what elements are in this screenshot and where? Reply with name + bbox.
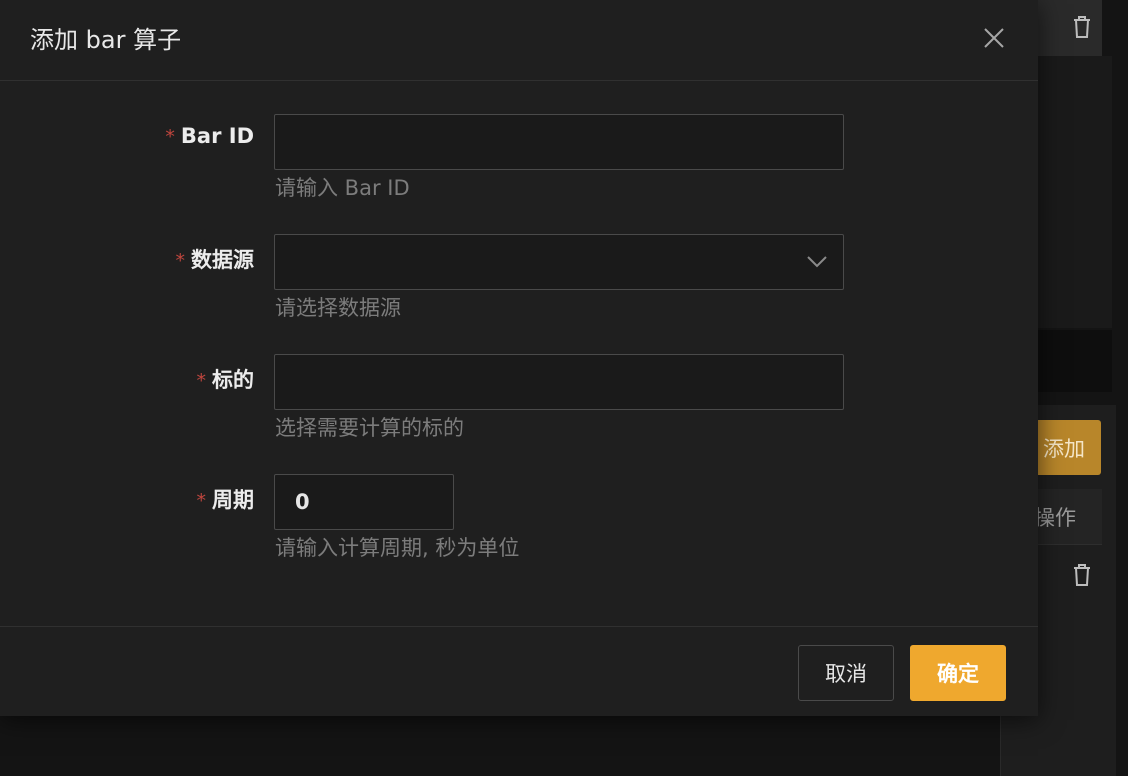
close-icon[interactable]	[976, 20, 1012, 56]
confirm-button[interactable]: 确定	[910, 645, 1006, 701]
cancel-button[interactable]: 取消	[798, 645, 894, 701]
dialog-title: 添加 bar 算子	[30, 26, 182, 54]
trash-icon[interactable]	[1071, 14, 1093, 44]
period-input[interactable]	[274, 474, 454, 530]
period-label: * 周期	[196, 488, 255, 512]
add-bar-operator-dialog: 添加 bar 算子 * Bar ID 请输入 Bar ID * 数据源 请选择数据源…	[0, 0, 1038, 716]
required-mark: *	[196, 490, 207, 512]
instrument-label: * 标的	[196, 368, 255, 392]
bar-id-help: 请输入 Bar ID	[275, 176, 410, 200]
dialog-footer: 取消 确定	[0, 626, 1038, 717]
dialog-header: 添加 bar 算子	[0, 0, 1038, 81]
data-source-help: 请选择数据源	[275, 296, 401, 320]
required-mark: *	[175, 250, 186, 272]
instrument-help: 选择需要计算的标的	[275, 416, 464, 440]
required-mark: *	[196, 370, 207, 392]
instrument-select[interactable]	[274, 354, 844, 410]
chevron-down-icon	[804, 249, 830, 279]
bar-id-label: * Bar ID	[165, 124, 254, 148]
data-source-label: * 数据源	[175, 248, 255, 272]
data-source-select[interactable]	[274, 234, 844, 290]
period-help: 请输入计算周期, 秒为单位	[275, 536, 520, 560]
required-mark: *	[165, 126, 175, 148]
row-trash-icon[interactable]	[1071, 562, 1093, 592]
bar-id-input[interactable]	[274, 114, 844, 170]
